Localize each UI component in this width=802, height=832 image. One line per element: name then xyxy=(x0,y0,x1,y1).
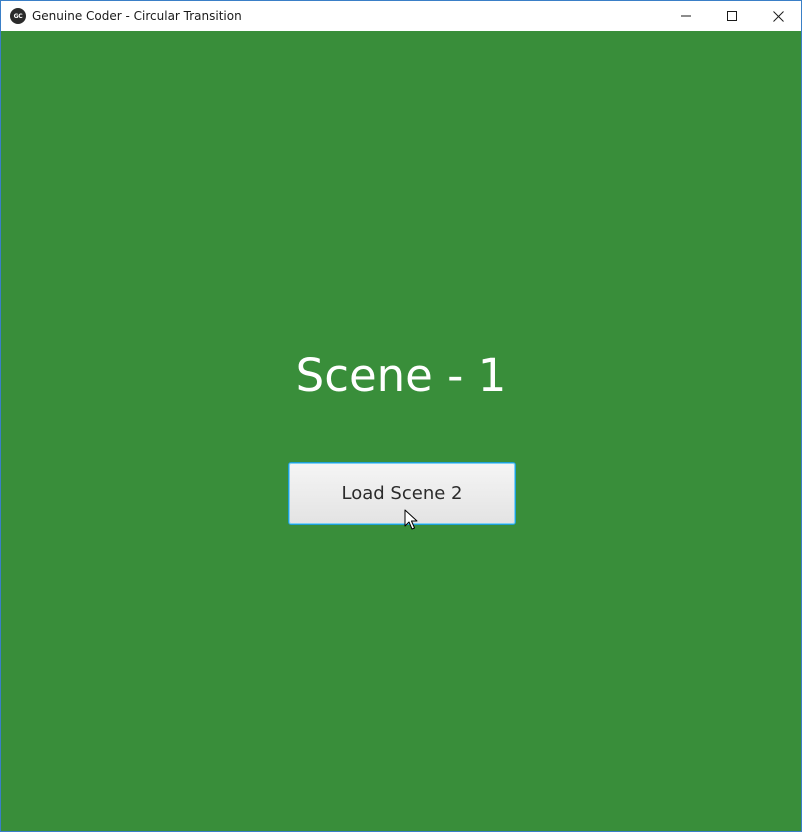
scene-heading: Scene - 1 xyxy=(295,349,507,402)
scene-pane: Scene - 1 Load Scene 2 xyxy=(1,32,801,831)
maximize-button[interactable] xyxy=(709,1,755,31)
minimize-icon xyxy=(681,15,691,17)
app-window: GC Genuine Coder - Circular Transition S… xyxy=(0,0,802,832)
window-title: Genuine Coder - Circular Transition xyxy=(32,9,242,23)
minimize-button[interactable] xyxy=(663,1,709,31)
load-scene-2-button[interactable]: Load Scene 2 xyxy=(288,462,516,525)
title-bar[interactable]: GC Genuine Coder - Circular Transition xyxy=(1,1,801,31)
maximize-icon xyxy=(727,11,737,21)
app-icon: GC xyxy=(10,8,26,24)
window-controls xyxy=(663,1,801,31)
close-button[interactable] xyxy=(755,1,801,31)
close-icon xyxy=(772,10,784,22)
